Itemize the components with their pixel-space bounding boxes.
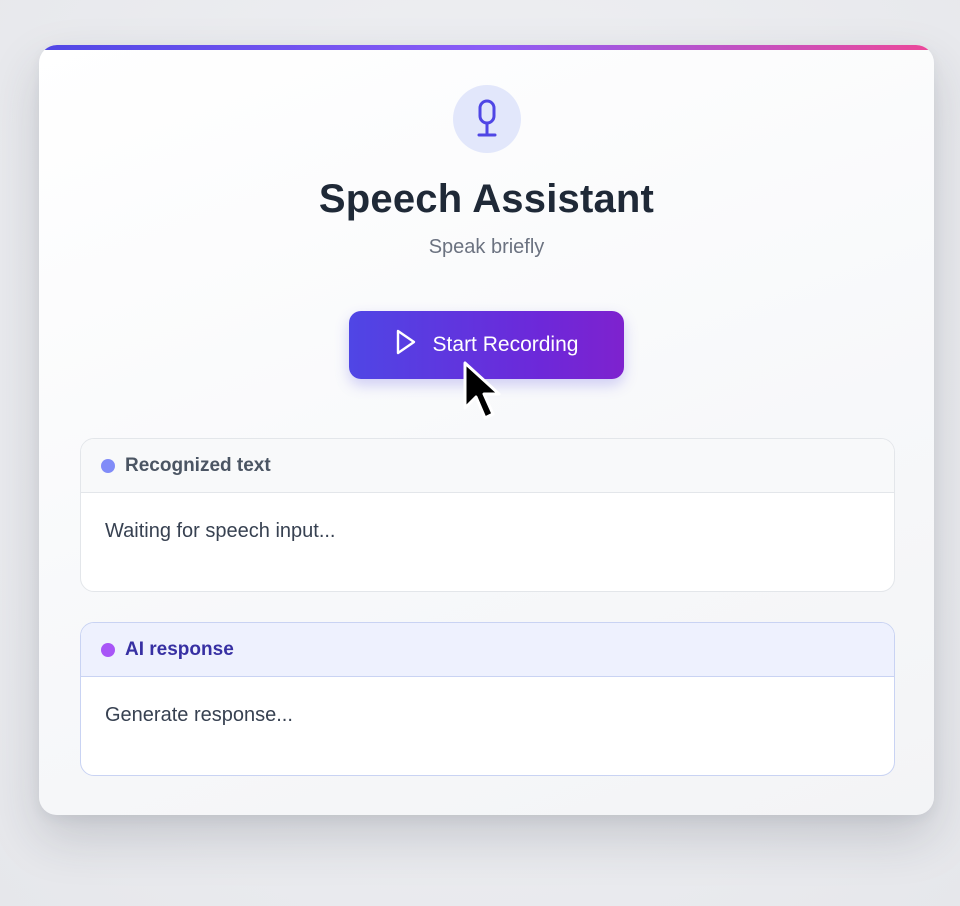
recognized-text-panel: Recognized text Waiting for speech input… — [80, 438, 895, 592]
page-subtitle: Speak briefly — [428, 236, 545, 258]
start-recording-label: Start Recording — [432, 333, 579, 356]
recognized-text-title: Recognized text — [125, 454, 271, 476]
page-background: Speech Assistant Speak briefly Start Rec… — [0, 0, 960, 906]
ai-response-panel: AI response Generate response... — [80, 622, 895, 776]
page-title: Speech Assistant — [318, 177, 655, 221]
recognized-status-dot — [101, 458, 115, 473]
play-icon — [395, 329, 417, 361]
ai-response-body: Generate response... — [105, 704, 293, 726]
ai-response-title: AI response — [125, 638, 234, 660]
accent-bar — [39, 45, 934, 50]
recognized-text-header: Recognized text — [81, 439, 894, 493]
ai-response-header: AI response — [81, 623, 894, 677]
microphone-icon — [453, 85, 521, 153]
recognized-text-body: Waiting for speech input... — [105, 520, 336, 542]
assistant-card: Speech Assistant Speak briefly Start Rec… — [39, 45, 934, 815]
start-recording-button[interactable]: Start Recording — [349, 311, 624, 379]
ai-status-dot — [101, 642, 115, 657]
